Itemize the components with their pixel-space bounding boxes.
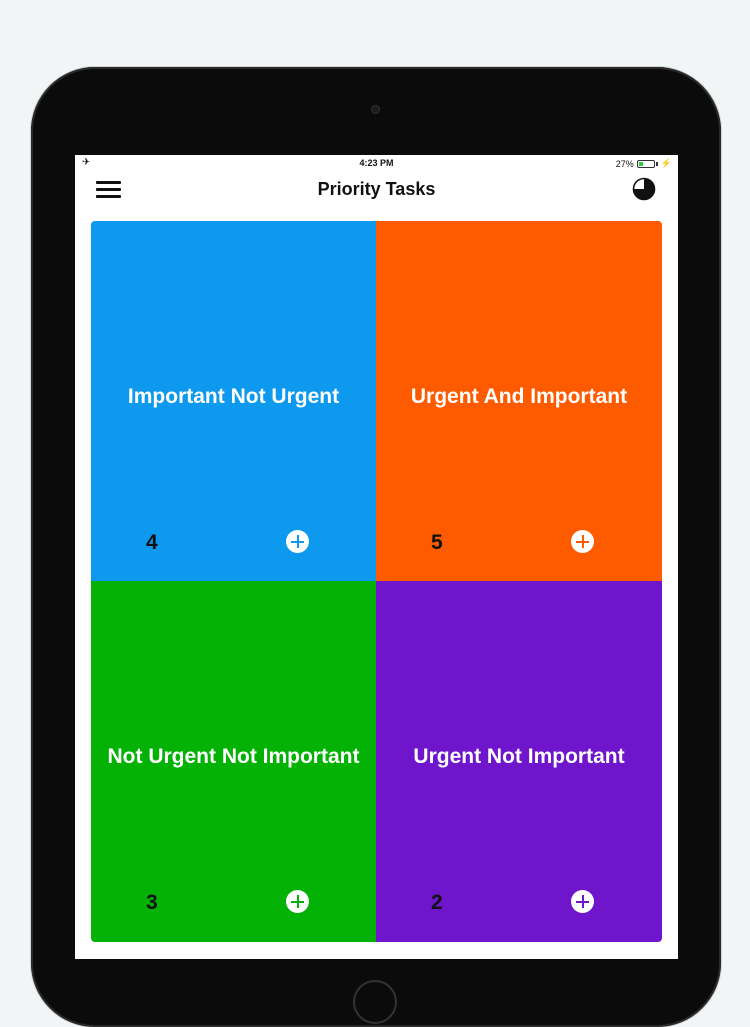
quadrant-urgent-not-important[interactable]: Urgent Not Important 2 [376,581,662,942]
home-button[interactable] [353,980,397,1024]
plus-icon-vertical [296,895,299,908]
quadrant-not-urgent-not-important[interactable]: Not Urgent Not Important 3 [91,581,376,942]
quadrant-urgent-and-important[interactable]: Urgent And Important 5 [376,221,662,581]
plus-icon-vertical [581,535,584,548]
task-count: 3 [146,891,158,914]
page-title: Priority Tasks [317,179,436,199]
pie-chart-icon [632,177,656,201]
status-bar: ✈ 4:23 PM 27% ⚡ [75,155,678,171]
battery-icon [636,159,655,168]
chart-button[interactable] [632,177,656,201]
app-screen: ✈ 4:23 PM 27% ⚡ Priority Tasks Important… [75,155,678,959]
task-count: 5 [431,531,443,554]
add-task-button[interactable] [286,530,309,553]
battery-percent: 27% [615,158,634,169]
battery-tip [655,161,658,166]
front-camera [371,105,380,114]
plus-icon-vertical [296,535,299,548]
quadrant-title: Not Urgent Not Important [107,745,360,768]
nav-bar: Priority Tasks [75,171,678,221]
quadrant-important-not-urgent[interactable]: Important Not Urgent 4 [91,221,376,581]
quadrant-title: Urgent Not Important [413,745,625,768]
task-count: 2 [431,891,443,914]
quadrant-title: Urgent And Important [410,385,628,408]
charging-bolt-icon: ⚡ [660,158,672,168]
status-right: 27% ⚡ [616,158,672,169]
priority-matrix: Important Not Urgent 4 Urgent And Import… [91,221,662,942]
quadrant-title: Important Not Urgent [127,385,340,408]
task-count: 4 [146,531,158,554]
add-task-button[interactable] [571,530,594,553]
add-task-button[interactable] [286,890,309,913]
plus-icon-vertical [581,895,584,908]
status-time: 4:23 PM [359,158,394,168]
add-task-button[interactable] [571,890,594,913]
